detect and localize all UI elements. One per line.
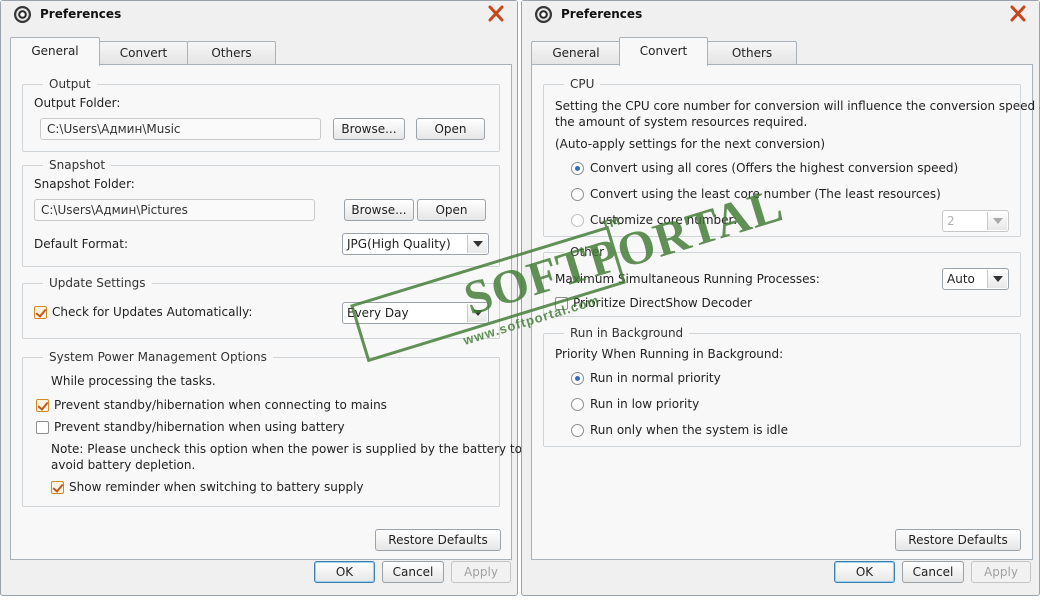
update-group-title: Update Settings — [43, 276, 152, 290]
default-format-label: Default Format: — [34, 237, 128, 251]
window-title: Preferences — [561, 7, 643, 21]
tab-general[interactable]: General — [10, 37, 100, 66]
check-updates-checkbox[interactable] — [34, 306, 47, 319]
directshow-checkbox[interactable] — [555, 297, 568, 310]
battery-reminder-label: Show reminder when switching to battery … — [69, 480, 364, 494]
close-icon — [1010, 5, 1026, 22]
background-group-title: Run in Background — [564, 326, 690, 340]
power-note-line2: avoid battery depletion. — [51, 458, 196, 472]
tab-others[interactable]: Others — [707, 41, 797, 65]
cpu-least-cores-radio[interactable] — [571, 188, 584, 201]
background-priority-label: Priority When Running in Background: — [555, 347, 784, 361]
cpu-all-cores-label: Convert using all cores (Offers the high… — [590, 161, 959, 175]
other-group: Other Maximum Simultaneous Running Proce… — [543, 245, 1021, 317]
power-group-title: System Power Management Options — [43, 350, 273, 364]
ok-button[interactable]: OK — [834, 561, 895, 583]
tab-general[interactable]: General — [531, 41, 621, 65]
core-number-select[interactable]: 2 — [942, 210, 1009, 232]
prevent-battery-checkbox[interactable] — [36, 421, 49, 434]
auto-apply-note: (Auto-apply settings for the next conver… — [555, 137, 825, 151]
output-browse-button[interactable]: Browse... — [333, 118, 405, 140]
restore-defaults-button[interactable]: Restore Defaults — [375, 529, 501, 551]
power-intro-text: While processing the tasks. — [51, 374, 216, 388]
power-note-line1: Note: Please uncheck this option when th… — [51, 442, 522, 456]
cancel-button[interactable]: Cancel — [382, 561, 444, 583]
directshow-label: Prioritize DirectShow Decoder — [573, 296, 753, 310]
apply-button[interactable]: Apply — [451, 561, 511, 583]
preferences-window-general: Preferences General Convert Others Outpu… — [0, 0, 522, 596]
chevron-down-icon — [987, 212, 1007, 230]
app-film-reel-icon — [14, 6, 31, 23]
default-format-select[interactable]: JPG(High Quality) — [342, 233, 489, 255]
output-group: Output Output Folder: C:\Users\Админ\Mus… — [22, 77, 500, 152]
power-group: System Power Management Options While pr… — [22, 350, 522, 507]
core-number-value: 2 — [947, 214, 955, 228]
priority-low-label: Run in low priority — [590, 397, 700, 411]
output-folder-field[interactable]: C:\Users\Админ\Music — [40, 118, 321, 140]
general-panel: Output Output Folder: C:\Users\Админ\Mus… — [10, 64, 522, 560]
close-button[interactable] — [485, 4, 507, 24]
battery-reminder-checkbox[interactable] — [51, 481, 64, 494]
priority-normal-label: Run in normal priority — [590, 371, 721, 385]
prevent-mains-checkbox[interactable] — [36, 399, 49, 412]
default-format-value: JPG(High Quality) — [347, 237, 451, 251]
snapshot-group-title: Snapshot — [43, 158, 112, 172]
max-processes-value: Auto — [947, 272, 975, 286]
tab-convert[interactable]: Convert — [99, 41, 188, 65]
snapshot-group: Snapshot Snapshot Folder: C:\Users\Админ… — [22, 158, 500, 267]
update-frequency-value: Every Day — [347, 306, 409, 320]
cpu-all-cores-radio[interactable] — [571, 162, 584, 175]
cpu-desc-line1: Setting the CPU core number for conversi… — [555, 99, 1040, 113]
dialog-footer: OK Cancel Apply — [1, 559, 517, 595]
window-title: Preferences — [40, 7, 122, 21]
cpu-desc-line2: the amount of system resources required. — [555, 115, 808, 129]
apply-button[interactable]: Apply — [971, 561, 1031, 583]
title-bar: Preferences — [1, 1, 517, 28]
ok-button[interactable]: OK — [314, 561, 375, 583]
preferences-window-convert: Preferences General Convert Others CPU S… — [521, 0, 1040, 596]
check-updates-label: Check for Updates Automatically: — [52, 305, 253, 319]
cancel-button[interactable]: Cancel — [902, 561, 964, 583]
priority-idle-radio[interactable] — [571, 424, 584, 437]
tab-others[interactable]: Others — [187, 41, 276, 65]
priority-low-radio[interactable] — [571, 398, 584, 411]
title-bar: Preferences — [522, 1, 1039, 28]
snapshot-folder-field[interactable]: C:\Users\Админ\Pictures — [34, 199, 315, 221]
cpu-customize-radio[interactable] — [571, 214, 584, 227]
update-frequency-select[interactable]: Every Day — [342, 302, 489, 324]
chevron-down-icon — [467, 304, 487, 322]
cpu-least-cores-label: Convert using the least core number (The… — [590, 187, 941, 201]
snapshot-browse-button[interactable]: Browse... — [344, 199, 414, 221]
max-processes-label: Maximum Simultaneous Running Processes: — [555, 272, 820, 286]
priority-normal-radio[interactable] — [571, 372, 584, 385]
app-film-reel-icon — [535, 6, 552, 23]
cpu-group: CPU Setting the CPU core number for conv… — [543, 77, 1040, 237]
tab-convert[interactable]: Convert — [619, 37, 708, 66]
close-button[interactable] — [1007, 4, 1029, 24]
chevron-down-icon — [987, 270, 1007, 288]
max-processes-select[interactable]: Auto — [942, 268, 1009, 290]
dialog-footer: OK Cancel Apply — [522, 559, 1039, 595]
output-open-button[interactable]: Open — [416, 118, 485, 140]
prevent-mains-label: Prevent standby/hibernation when connect… — [54, 398, 387, 412]
close-icon — [488, 5, 504, 22]
other-group-title: Other — [564, 245, 611, 259]
restore-defaults-button[interactable]: Restore Defaults — [895, 529, 1021, 551]
priority-idle-label: Run only when the system is idle — [590, 423, 789, 437]
snapshot-folder-label: Snapshot Folder: — [34, 177, 135, 191]
convert-panel: CPU Setting the CPU core number for conv… — [531, 64, 1040, 560]
output-group-title: Output — [43, 77, 97, 91]
chevron-down-icon — [467, 235, 487, 253]
snapshot-open-button[interactable]: Open — [417, 199, 486, 221]
output-folder-label: Output Folder: — [34, 96, 121, 110]
cpu-customize-label: Customize core number: — [590, 213, 738, 227]
update-group: Update Settings Check for Updates Automa… — [22, 276, 500, 339]
background-group: Run in Background Priority When Running … — [543, 326, 1021, 447]
cpu-group-title: CPU — [564, 77, 601, 91]
prevent-battery-label: Prevent standby/hibernation when using b… — [54, 420, 345, 434]
